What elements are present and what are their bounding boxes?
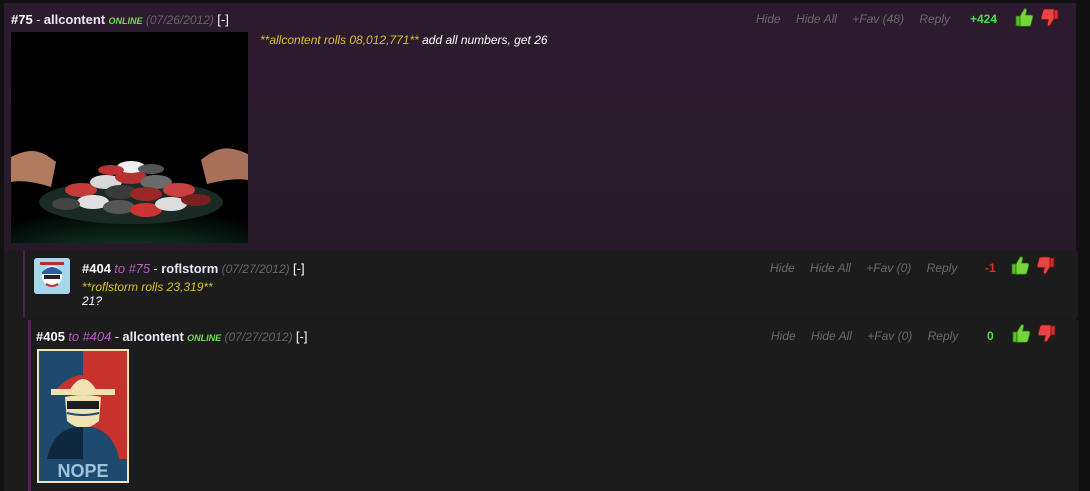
thumbs-down-icon[interactable]	[1037, 324, 1056, 343]
post-image-nope-poster[interactable]: NOPE	[37, 349, 129, 483]
vote-buttons	[1010, 254, 1058, 279]
online-badge: ONLINE	[187, 333, 222, 343]
reply-to-label: to	[114, 261, 126, 276]
thumbs-down-icon[interactable]	[1036, 256, 1055, 275]
reply-link[interactable]: Reply	[927, 261, 958, 275]
vote-buttons	[1011, 322, 1059, 347]
reply-link[interactable]: Reply	[919, 12, 950, 26]
vote-buttons	[1014, 6, 1062, 31]
score: +424	[970, 12, 998, 26]
message-text: 21?	[82, 294, 103, 308]
hide-all-link[interactable]: Hide All	[796, 12, 837, 26]
score: -1	[985, 261, 996, 275]
post-75: #75 - allcontent ONLINE (07/26/2012) [-]…	[4, 3, 1076, 251]
thumbs-up-icon[interactable]	[1012, 324, 1031, 343]
post-number-link[interactable]: #405	[36, 329, 65, 344]
roll-text: **allcontent rolls 08,012,771**	[260, 33, 419, 47]
post-date: (07/26/2012)	[145, 13, 214, 27]
collapse-toggle[interactable]: [-]	[293, 261, 305, 276]
hide-link[interactable]: Hide	[756, 12, 781, 26]
reply-to-link[interactable]: #75	[128, 261, 150, 276]
reply-to-label: to	[68, 329, 80, 344]
post-actions: Hide Hide All +Fav (0) Reply	[770, 261, 957, 275]
reply-to-link[interactable]: #404	[82, 329, 111, 344]
thumbs-up-icon[interactable]	[1015, 8, 1034, 27]
fav-link[interactable]: +Fav (0)	[866, 261, 911, 275]
thread-view: #75 - allcontent ONLINE (07/26/2012) [-]…	[0, 0, 1090, 491]
post-image-poker-chips[interactable]	[11, 32, 248, 243]
score: 0	[987, 329, 994, 343]
hide-link[interactable]: Hide	[771, 329, 796, 343]
post-actions: Hide Hide All +Fav (48) Reply	[756, 12, 950, 26]
hide-all-link[interactable]: Hide All	[811, 329, 852, 343]
reply-link[interactable]: Reply	[928, 329, 959, 343]
post-number-link[interactable]: #404	[82, 261, 111, 276]
thumbs-down-icon[interactable]	[1040, 8, 1059, 27]
post-405: #405 to #404 - allcontent ONLINE (07/27/…	[28, 320, 1079, 491]
online-badge: ONLINE	[108, 16, 143, 26]
post-body: **allcontent rolls 08,012,771** add all …	[260, 33, 548, 47]
collapse-toggle[interactable]: [-]	[217, 12, 229, 27]
post-404: #404 to #75 - roflstorm (07/27/2012) [-]…	[23, 251, 1078, 317]
post-number-link[interactable]: #75	[11, 12, 33, 27]
username-link[interactable]: roflstorm	[161, 261, 218, 276]
hide-all-link[interactable]: Hide All	[810, 261, 851, 275]
post-header: #405 to #404 - allcontent ONLINE (07/27/…	[36, 329, 307, 344]
message-text: add all numbers, get 26	[422, 33, 548, 47]
post-body: **roflstorm rolls 23,319** 21?	[82, 280, 213, 308]
roll-text: **roflstorm rolls 23,319**	[82, 280, 213, 294]
post-date: (07/27/2012)	[221, 262, 290, 276]
fav-link[interactable]: +Fav (0)	[867, 329, 912, 343]
poster-caption: NOPE	[57, 461, 108, 481]
separator: -	[153, 261, 158, 276]
post-header: #75 - allcontent ONLINE (07/26/2012) [-]	[11, 12, 229, 27]
post-actions: Hide Hide All +Fav (0) Reply	[771, 329, 958, 343]
fav-link[interactable]: +Fav (48)	[852, 12, 904, 26]
post-date: (07/27/2012)	[224, 330, 293, 344]
avatar[interactable]	[34, 258, 70, 294]
post-header: #404 to #75 - roflstorm (07/27/2012) [-]	[82, 261, 305, 276]
collapse-toggle[interactable]: [-]	[296, 329, 308, 344]
hide-link[interactable]: Hide	[770, 261, 795, 275]
thumbs-up-icon[interactable]	[1011, 256, 1030, 275]
separator: -	[114, 329, 120, 344]
username-link[interactable]: allcontent	[44, 12, 105, 27]
username-link[interactable]: allcontent	[122, 329, 183, 344]
separator: -	[36, 12, 41, 27]
